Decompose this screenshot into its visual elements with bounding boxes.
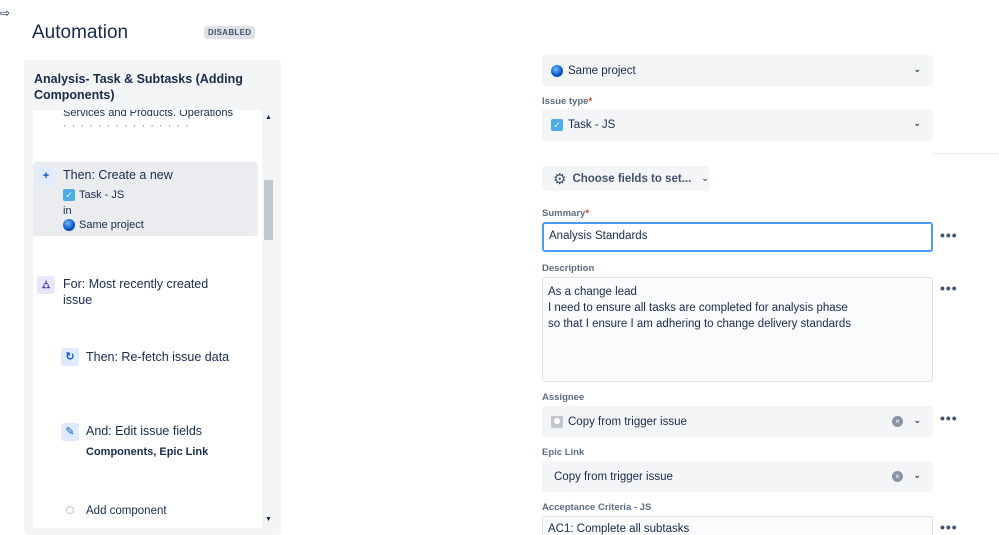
step-fields: Components, Epic Link	[86, 446, 209, 458]
step-project: Same project	[63, 219, 144, 231]
step-title: For: Most recently created issue	[63, 277, 209, 307]
plus-icon: +	[37, 167, 55, 185]
refresh-icon: ↻	[61, 348, 79, 366]
divider	[933, 153, 999, 154]
description-label: Description	[542, 263, 595, 274]
assignee-more-button[interactable]: •••	[940, 410, 958, 426]
previous-step-text-clipped: · · · · · · · · · · · · · · ·	[63, 120, 190, 132]
chevron-down-icon: ⌄	[913, 118, 921, 128]
epic-link-label: Epic Link	[542, 447, 585, 458]
rule-name: Analysis- Task & Subtasks (Adding Compon…	[34, 72, 243, 102]
step-issue-type: ✓ Task - JS	[63, 189, 124, 201]
assignee-select[interactable]: Copy from trigger issue × ⌄	[542, 406, 933, 437]
issue-type-select[interactable]: ✓ Task - JS ⌄	[542, 109, 933, 141]
clear-icon[interactable]: ×	[892, 471, 903, 482]
scrollbar[interactable]: ▲ ▼	[263, 110, 273, 528]
clear-icon[interactable]: ×	[892, 416, 903, 427]
step-in-label: in	[63, 205, 72, 217]
scroll-down-icon[interactable]: ▼	[265, 516, 272, 523]
scroll-thumb[interactable]	[264, 180, 273, 240]
step-title: Then: Re-fetch issue data	[86, 350, 230, 364]
acceptance-criteria-label: Acceptance Criteria - JS	[542, 502, 652, 513]
add-component-dot-icon	[66, 506, 74, 514]
description-more-button[interactable]: •••	[940, 280, 958, 296]
project-icon	[63, 219, 75, 231]
chevron-down-icon: ⌄	[701, 173, 709, 183]
scroll-up-icon[interactable]: ▲	[265, 114, 272, 121]
assignee-label: Assignee	[542, 392, 585, 403]
step-title: And: Edit issue fields	[86, 424, 203, 438]
epic-link-select[interactable]: Copy from trigger issue × ⌄	[542, 461, 933, 492]
description-textarea[interactable]: As a change lead I need to ensure all ta…	[542, 277, 933, 382]
status-badge: DISABLED	[204, 26, 256, 39]
chevron-down-icon[interactable]: ⌄	[913, 415, 921, 426]
acceptance-more-button[interactable]: •••	[940, 519, 958, 535]
step-title: Then: Create a new	[63, 168, 173, 182]
summary-label: Summary*	[542, 208, 590, 219]
step-create-issue[interactable]: + Then: Create a new ✓ Task - JS in Same…	[33, 162, 258, 236]
gear-icon: ⚙	[553, 170, 567, 188]
rule-steps-list: Services and Products. Operations · · · …	[33, 110, 262, 528]
chevron-down-icon[interactable]: ⌄	[913, 470, 921, 481]
chevron-down-icon: ⌄	[913, 64, 921, 74]
project-select[interactable]: Same project ⌄	[542, 55, 933, 86]
back-arrow-icon[interactable]: ⇨	[0, 6, 10, 20]
page-title: Automation	[32, 22, 129, 43]
previous-step-text: Services and Products. Operations	[63, 110, 233, 119]
branch-icon: ⛼	[37, 276, 55, 294]
project-icon	[551, 64, 563, 77]
avatar-icon	[551, 415, 563, 428]
rule-panel: Analysis- Task & Subtasks (Adding Compon…	[24, 60, 281, 535]
issue-type-label: Issue type*	[542, 96, 593, 107]
checkbox-icon: ✓	[63, 189, 75, 201]
summary-more-button[interactable]: •••	[940, 227, 958, 243]
summary-input[interactable]: Analysis Standards	[542, 222, 933, 252]
pencil-icon: ✎	[61, 423, 79, 441]
acceptance-criteria-textarea[interactable]: AC1: Complete all subtasks	[542, 516, 933, 535]
checkbox-icon: ✓	[551, 119, 563, 131]
choose-fields-button[interactable]: ⚙ Choose fields to set... ⌄	[542, 166, 709, 191]
add-component-button[interactable]: Add component	[86, 503, 167, 519]
